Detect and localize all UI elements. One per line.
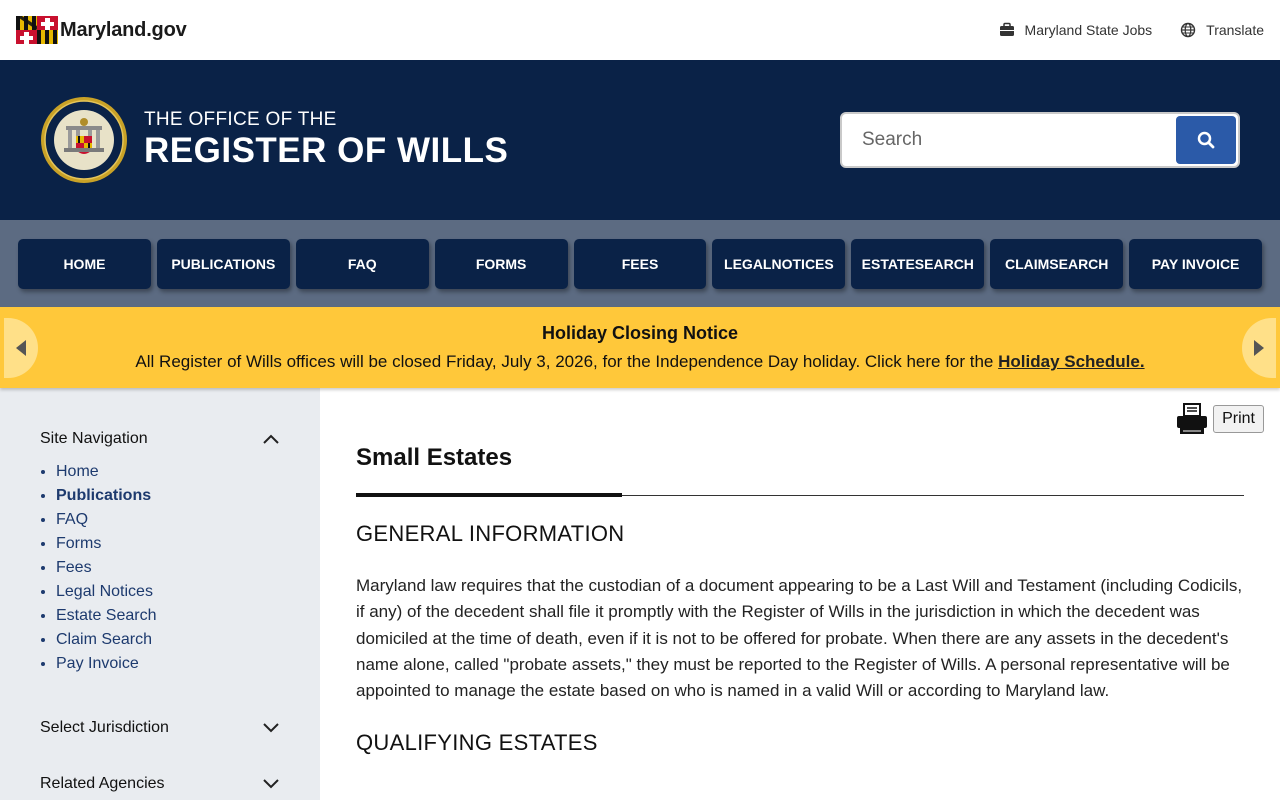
- site-navigation-heading: Site Navigation: [40, 430, 148, 447]
- search-icon: [1197, 131, 1215, 149]
- site-navigation-toggle[interactable]: Site Navigation: [40, 418, 280, 460]
- alert-prev-button[interactable]: [4, 318, 38, 378]
- search-button[interactable]: [1176, 116, 1236, 164]
- general-information-heading: GENERAL INFORMATION: [356, 521, 625, 546]
- register-of-wills-seal-icon: [41, 97, 127, 183]
- print-button[interactable]: Print: [1213, 405, 1264, 433]
- printer-icon[interactable]: [1175, 402, 1209, 436]
- page-title: Small Estates: [356, 444, 513, 471]
- site-navigation-list: Home Publications FAQ Forms Fees Legal N…: [40, 460, 280, 676]
- alert-body-text: All Register of Wills offices will be cl…: [135, 352, 999, 371]
- utility-bar: Maryland.gov Maryland State Jobs Transla…: [0, 0, 1280, 60]
- maryland-flag-icon: [16, 16, 58, 44]
- nav-legal-notices-line2: NOTICES: [771, 255, 834, 272]
- sidebar-item-home: Home: [56, 460, 280, 484]
- nav-legal-notices[interactable]: LEGAL NOTICES: [712, 238, 846, 289]
- chevron-down-icon: [263, 779, 279, 789]
- brand-title-small: THE OFFICE OF THE: [144, 109, 337, 131]
- title-divider-accent: [356, 493, 622, 497]
- sidebar-item-publications: Publications: [56, 484, 280, 508]
- alert-body: All Register of Wills offices will be cl…: [135, 352, 1144, 372]
- nav-estate-search[interactable]: ESTATE SEARCH: [851, 238, 985, 289]
- sidebar: Site Navigation Home Publications FAQ Fo…: [0, 388, 320, 800]
- caret-right-icon: [1254, 340, 1264, 356]
- brand-title-large: REGISTER OF WILLS: [144, 131, 509, 171]
- sidebar-item-claim-search: Claim Search: [56, 628, 280, 652]
- sidebar-link-estate-search[interactable]: Estate Search: [56, 607, 157, 624]
- search-box: [840, 112, 1240, 168]
- chevron-up-icon: [263, 434, 279, 444]
- nav-claim-search[interactable]: CLAIM SEARCH: [990, 238, 1124, 289]
- globe-icon: [1180, 22, 1196, 38]
- register-of-wills-brand[interactable]: THE OFFICE OF THE REGISTER OF WILLS: [40, 96, 508, 184]
- chevron-down-icon: [263, 723, 279, 733]
- select-jurisdiction-toggle[interactable]: Select Jurisdiction: [40, 700, 280, 756]
- main-navigation: HOME PUBLICATIONS FAQ FORMS FEES LEGAL NO…: [0, 220, 1280, 307]
- select-jurisdiction-label: Select Jurisdiction: [40, 719, 169, 736]
- alert-title: Holiday Closing Notice: [541, 323, 739, 343]
- nav-claim-search-line1: CLAIM: [1004, 255, 1050, 272]
- sidebar-link-legal-notices[interactable]: Legal Notices: [56, 583, 153, 600]
- sidebar-link-pay-invoice[interactable]: Pay Invoice: [56, 655, 139, 672]
- nav-pay-invoice[interactable]: PAY INVOICE: [1129, 238, 1263, 289]
- holiday-alert-banner: Holiday Closing Notice All Register of W…: [0, 307, 1280, 388]
- sidebar-item-faq: FAQ: [56, 508, 280, 532]
- sidebar-item-legal-notices: Legal Notices: [56, 580, 280, 604]
- sidebar-item-estate-search: Estate Search: [56, 604, 280, 628]
- briefcase-icon: [999, 22, 1014, 36]
- sidebar-link-forms[interactable]: Forms: [56, 535, 101, 552]
- sidebar-item-forms: Forms: [56, 532, 280, 556]
- sidebar-link-claim-search[interactable]: Claim Search: [56, 631, 152, 648]
- related-agencies-toggle[interactable]: Related Agencies: [40, 756, 280, 800]
- nav-claim-search-line2: SEARCH: [1049, 255, 1109, 272]
- nav-publications[interactable]: PUBLICATIONS: [156, 238, 290, 289]
- nav-estate-search-line2: SEARCH: [914, 255, 974, 272]
- sidebar-link-faq[interactable]: FAQ: [56, 511, 88, 528]
- sidebar-link-fees[interactable]: Fees: [56, 559, 92, 576]
- content-area: Site Navigation Home Publications FAQ Fo…: [0, 388, 1280, 800]
- nav-faq[interactable]: FAQ: [295, 238, 429, 289]
- state-jobs-label: Maryland State Jobs: [1024, 22, 1153, 38]
- alert-next-button[interactable]: [1242, 318, 1276, 378]
- state-jobs-link[interactable]: Maryland State Jobs: [999, 22, 1153, 38]
- nav-home[interactable]: HOME: [18, 238, 151, 289]
- translate-label: Translate: [1206, 22, 1264, 38]
- sidebar-link-publications[interactable]: Publications: [56, 487, 151, 504]
- brand-title: THE OFFICE OF THE REGISTER OF WILLS: [144, 109, 508, 170]
- sidebar-item-pay-invoice: Pay Invoice: [56, 652, 280, 676]
- print-area: Print: [1175, 402, 1264, 436]
- nav-legal-notices-line1: LEGAL: [724, 255, 772, 272]
- nav-forms[interactable]: FORMS: [434, 238, 568, 289]
- site-header: THE OFFICE OF THE REGISTER OF WILLS: [0, 60, 1280, 220]
- maryland-gov-logo[interactable]: Maryland.gov: [16, 16, 187, 44]
- nav-fees[interactable]: FEES: [573, 238, 707, 289]
- maryland-gov-text: Maryland.gov: [60, 18, 187, 41]
- sidebar-item-fees: Fees: [56, 556, 280, 580]
- caret-left-icon: [16, 340, 26, 356]
- holiday-schedule-link[interactable]: Holiday Schedule.: [998, 352, 1144, 371]
- related-agencies-label: Related Agencies: [40, 775, 165, 792]
- nav-estate-search-line1: ESTATE: [861, 255, 915, 272]
- search-input[interactable]: [844, 116, 1176, 164]
- sidebar-link-home[interactable]: Home: [56, 463, 99, 480]
- main-content: Print Small Estates GENERAL INFORMATION …: [320, 388, 1280, 800]
- utility-links: Maryland State Jobs Translate: [999, 22, 1264, 38]
- title-divider: [356, 493, 1244, 497]
- qualifying-estates-heading: QUALIFYING ESTATES: [356, 730, 598, 756]
- translate-link[interactable]: Translate: [1180, 22, 1264, 38]
- general-information-text: Maryland law requires that the custodian…: [356, 576, 1243, 701]
